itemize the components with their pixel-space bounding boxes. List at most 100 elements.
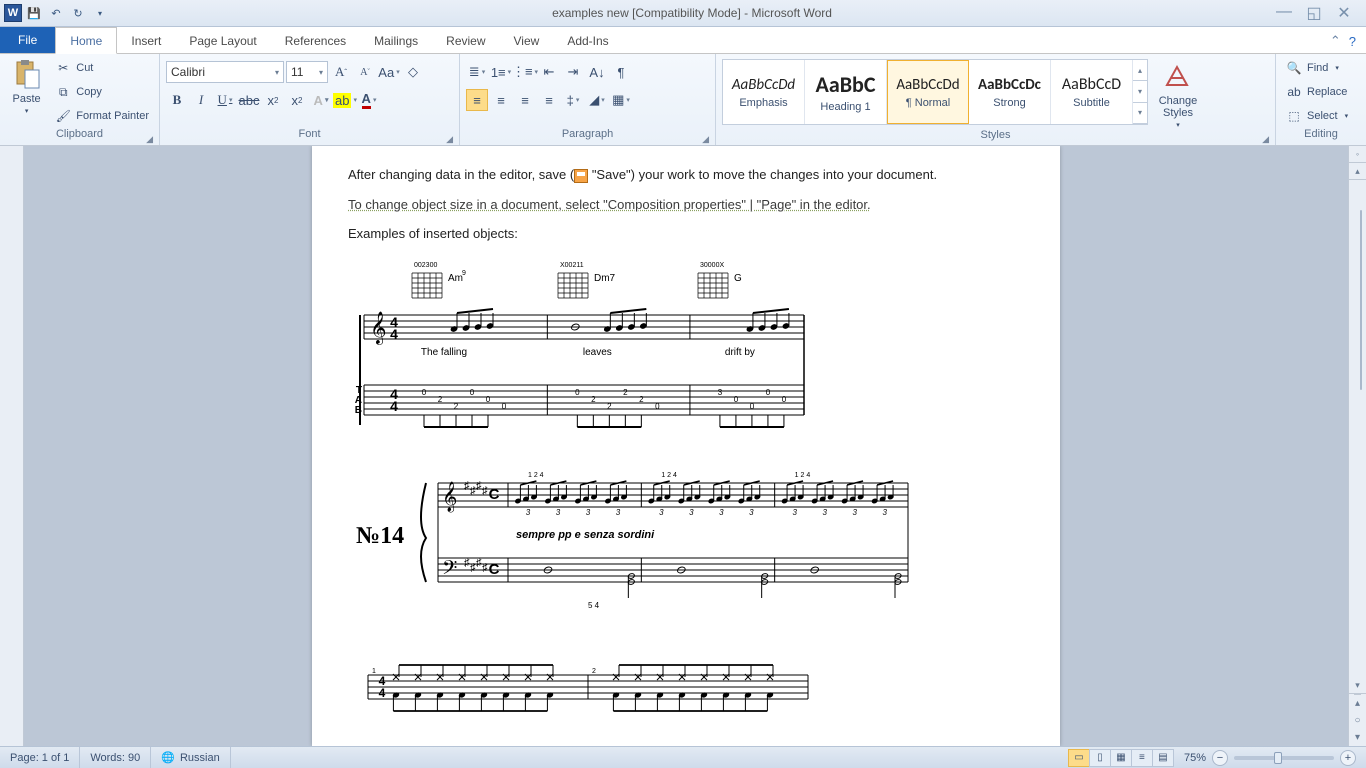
object-browser-icon[interactable]: ◦ <box>1349 146 1366 163</box>
format-painter-button[interactable]: 🖌Format Painter <box>51 105 153 127</box>
select-button[interactable]: ⬚Select▾ <box>1282 105 1352 127</box>
sort-button[interactable]: A↓ <box>586 61 608 83</box>
style-item[interactable]: AaBbCcDd¶ Normal <box>887 60 969 124</box>
document-viewport[interactable]: After changing data in the editor, save … <box>24 146 1348 746</box>
redo-icon[interactable]: ↻ <box>68 3 88 23</box>
show-marks-button[interactable]: ¶ <box>610 61 632 83</box>
status-page[interactable]: Page: 1 of 1 <box>0 747 80 768</box>
svg-text:3: 3 <box>719 508 724 517</box>
zoom-slider[interactable] <box>1234 756 1334 760</box>
styles-gallery[interactable]: AaBbCcDdEmphasisAaBbCHeading 1AaBbCcDd¶ … <box>722 59 1148 125</box>
scrollbar-thumb[interactable] <box>1360 210 1362 390</box>
status-language[interactable]: 🌐Russian <box>151 747 230 768</box>
select-browse-icon[interactable]: ○ <box>1354 712 1360 729</box>
outline-view-button[interactable]: ≡ <box>1131 749 1153 767</box>
decrease-indent-button[interactable]: ⇤ <box>538 61 560 83</box>
text-effects-button[interactable]: A▾ <box>310 89 332 111</box>
styles-launcher-icon[interactable]: ◢ <box>1262 134 1269 145</box>
music-object-2[interactable]: №14𝄞𝄢♯♯♯♯♯♯♯♯CC1 2 433331 2 433331 2 433… <box>348 463 1024 633</box>
style-item[interactable]: AaBbCcDdEmphasis <box>723 60 805 124</box>
paste-button[interactable]: Paste ▾ <box>6 57 47 115</box>
font-size-combo[interactable]: 11▾ <box>286 61 328 83</box>
tab-home[interactable]: Home <box>55 27 117 54</box>
italic-button[interactable]: I <box>190 89 212 111</box>
tab-references[interactable]: References <box>271 28 360 53</box>
change-case-button[interactable]: Aa▾ <box>378 61 400 83</box>
shading-button[interactable]: ◢▾ <box>586 89 608 111</box>
restore-icon[interactable]: ◱ <box>1304 3 1324 23</box>
style-item[interactable]: AaBbCHeading 1 <box>805 60 887 124</box>
align-right-button[interactable]: ≡ <box>514 89 536 111</box>
zoom-level[interactable]: 75% <box>1184 752 1206 764</box>
align-left-button[interactable]: ≡ <box>466 89 488 111</box>
strikethrough-button[interactable]: abc <box>238 89 260 111</box>
font-color-button[interactable]: A▾ <box>358 89 380 111</box>
clear-formatting-button[interactable]: ◇ <box>402 61 424 83</box>
bold-button[interactable]: B <box>166 89 188 111</box>
tab-insert[interactable]: Insert <box>117 28 175 53</box>
borders-button[interactable]: ▦▾ <box>610 89 632 111</box>
draft-view-button[interactable]: ▤ <box>1152 749 1174 767</box>
clipboard-launcher-icon[interactable]: ◢ <box>146 134 153 145</box>
gallery-scroll-icon[interactable]: ▾ <box>1133 103 1147 124</box>
svg-text:3: 3 <box>689 508 694 517</box>
style-item[interactable]: AaBbCcDcStrong <box>969 60 1051 124</box>
word-app-icon[interactable]: W <box>4 4 22 22</box>
zoom-in-button[interactable]: + <box>1340 750 1356 766</box>
vertical-scrollbar[interactable]: ◦ ▴ ▾ ▴ ○ ▾ <box>1348 146 1366 746</box>
tab-view[interactable]: View <box>500 28 554 53</box>
prev-page-icon[interactable]: ▴ <box>1354 695 1360 712</box>
justify-button[interactable]: ≡ <box>538 89 560 111</box>
tab-file[interactable]: File <box>0 27 55 53</box>
bullets-button[interactable]: ≣▾ <box>466 61 488 83</box>
copy-button[interactable]: ⧉Copy <box>51 81 153 103</box>
music-object-3[interactable]: 4412 <box>348 661 1024 721</box>
gallery-scroll-icon[interactable]: ▾ <box>1133 81 1147 102</box>
numbering-button[interactable]: 1≡▾ <box>490 61 512 83</box>
zoom-out-button[interactable]: − <box>1212 750 1228 766</box>
find-button[interactable]: 🔍Find▾ <box>1282 57 1352 79</box>
tab-mailings[interactable]: Mailings <box>360 28 432 53</box>
line-spacing-button[interactable]: ‡▾ <box>562 89 584 111</box>
multilevel-button[interactable]: ⋮≡▾ <box>514 61 536 83</box>
replace-button[interactable]: abReplace <box>1282 81 1352 103</box>
increase-indent-button[interactable]: ⇥ <box>562 61 584 83</box>
tab-page-layout[interactable]: Page Layout <box>175 28 270 53</box>
font-launcher-icon[interactable]: ◢ <box>446 134 453 145</box>
help-icon[interactable]: ? <box>1349 34 1356 49</box>
change-styles-icon <box>1162 61 1194 93</box>
music-object-1[interactable]: 002300Am9X00211Dm730000XGTAB𝄞4444The fal… <box>348 255 1024 435</box>
subscript-button[interactable]: x2 <box>262 89 284 111</box>
scroll-up-icon[interactable]: ▴ <box>1349 163 1366 180</box>
qat-customize-icon[interactable]: ▾ <box>90 3 110 23</box>
minimize-icon[interactable]: — <box>1274 3 1294 23</box>
minimize-ribbon-icon[interactable]: ⌃ <box>1330 33 1341 49</box>
cut-button[interactable]: ✂Cut <box>51 57 153 79</box>
scroll-down-icon[interactable]: ▾ <box>1349 677 1366 694</box>
vertical-ruler[interactable] <box>0 146 24 746</box>
underline-button[interactable]: U▾ <box>214 89 236 111</box>
tab-review[interactable]: Review <box>432 28 499 53</box>
font-name-combo[interactable]: Calibri▾ <box>166 61 284 83</box>
svg-text:№14: №14 <box>356 523 404 549</box>
paragraph-launcher-icon[interactable]: ◢ <box>702 134 709 145</box>
shrink-font-button[interactable]: Aˇ <box>354 61 376 83</box>
align-center-button[interactable]: ≡ <box>490 89 512 111</box>
web-layout-view-button[interactable]: ▦ <box>1110 749 1132 767</box>
gallery-scroll-icon[interactable]: ▴ <box>1133 60 1147 81</box>
grow-font-button[interactable]: Aˆ <box>330 61 352 83</box>
fullscreen-reading-view-button[interactable]: ▯ <box>1089 749 1111 767</box>
close-icon[interactable]: ✕ <box>1334 3 1354 23</box>
next-page-icon[interactable]: ▾ <box>1354 729 1360 746</box>
status-words[interactable]: Words: 90 <box>80 747 151 768</box>
highlight-button[interactable]: ab▾ <box>334 89 356 111</box>
superscript-button[interactable]: x2 <box>286 89 308 111</box>
tab-add-ins[interactable]: Add-Ins <box>553 28 622 53</box>
save-icon[interactable]: 💾 <box>24 3 44 23</box>
change-styles-button[interactable]: Change Styles ▾ <box>1152 59 1204 129</box>
zoom-slider-handle[interactable] <box>1274 752 1282 764</box>
svg-text:0: 0 <box>575 388 580 397</box>
style-item[interactable]: AaBbCcDSubtitle <box>1051 60 1133 124</box>
print-layout-view-button[interactable]: ▭ <box>1068 749 1090 767</box>
undo-icon[interactable]: ↶ <box>46 3 66 23</box>
